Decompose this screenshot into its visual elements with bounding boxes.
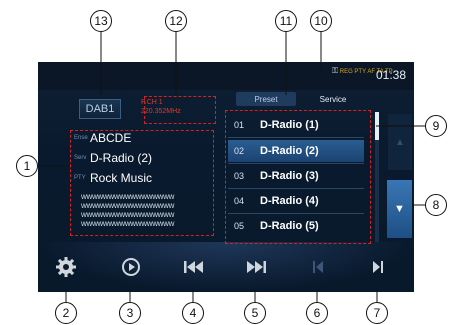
callout-7: 7: [366, 302, 388, 324]
callout-13: 13: [90, 10, 112, 32]
callout-2: 2: [55, 302, 77, 324]
callout-4: 4: [182, 302, 204, 324]
callout-5: 5: [244, 302, 266, 324]
callout-leader-lines: [38, 32, 425, 302]
callout-8: 8: [425, 194, 447, 216]
callout-6: 6: [306, 302, 328, 324]
callout-9: 9: [425, 115, 447, 137]
callout-11: 11: [275, 10, 297, 32]
callout-3: 3: [119, 302, 141, 324]
callout-12: 12: [165, 10, 187, 32]
callout-1: 1: [16, 155, 38, 177]
callout-10: 10: [310, 10, 332, 32]
